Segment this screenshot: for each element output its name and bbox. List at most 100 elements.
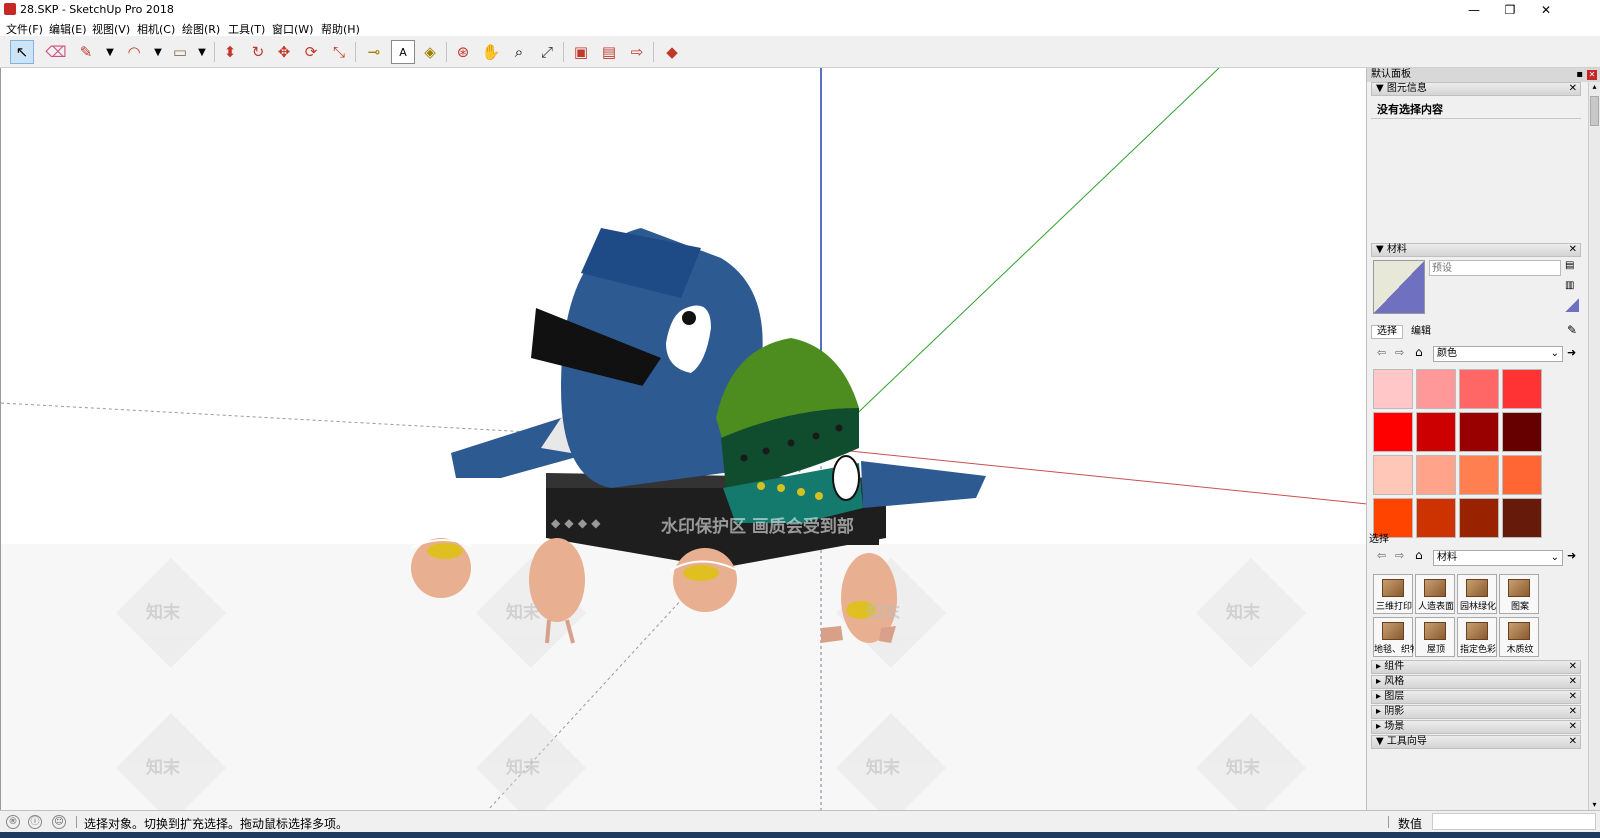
details-icon[interactable]: ➜ — [1567, 346, 1576, 359]
color-swatch[interactable] — [1459, 369, 1499, 409]
material-category-tile[interactable]: 木质纹 — [1499, 617, 1539, 657]
push-pull-tool-icon[interactable]: ⬍ — [218, 40, 242, 64]
layers-tray-header[interactable]: ▸ 图层 ✕ — [1371, 690, 1581, 704]
extension-warehouse-icon[interactable]: ▤ — [597, 40, 621, 64]
materials-header[interactable]: ▼ 材料 ✕ — [1371, 243, 1581, 257]
move-tool-icon[interactable]: ✥ — [272, 40, 296, 64]
components-tray-header[interactable]: ▸ 组件 ✕ — [1371, 660, 1581, 674]
material-category-tile[interactable]: 图案 — [1499, 574, 1539, 614]
orbit-tool-icon[interactable]: ⊛ — [451, 40, 475, 64]
color-swatch[interactable] — [1459, 498, 1499, 538]
arc-dropdown-icon[interactable]: ▼ — [146, 40, 170, 64]
color-swatch[interactable] — [1502, 412, 1542, 452]
select-tool-icon[interactable]: ↖ — [10, 40, 34, 64]
color-swatch[interactable] — [1373, 369, 1413, 409]
credits-icon[interactable]: ⓘ — [28, 815, 42, 829]
measurements-input[interactable] — [1432, 813, 1596, 830]
tab-select[interactable]: 选择 — [1371, 325, 1403, 339]
minimize-button[interactable]: — — [1456, 1, 1492, 19]
close-button[interactable]: ✕ — [1528, 1, 1564, 19]
color-swatch[interactable] — [1502, 498, 1542, 538]
material-category-tile[interactable]: 屋顶 — [1415, 617, 1455, 657]
color-swatch[interactable] — [1459, 455, 1499, 495]
color-swatch[interactable] — [1416, 455, 1456, 495]
scenes-tray-header[interactable]: ▸ 场景 ✕ — [1371, 720, 1581, 734]
material-category-tile[interactable]: 园林绿化 — [1457, 574, 1497, 614]
menu-draw[interactable]: 绘图(R) — [182, 21, 220, 37]
create-material-icon[interactable]: ▥ — [1565, 280, 1577, 292]
rotate-tool-icon[interactable]: ⟳ — [299, 40, 323, 64]
menu-camera[interactable]: 相机(C) — [137, 21, 175, 37]
back-icon[interactable]: ⇦ — [1377, 549, 1386, 562]
user-icon[interactable]: ☺ — [52, 815, 66, 829]
3d-viewport[interactable]: 水印保护区 画质会受到部 ◆ ◆ ◆ ◆ 知末 知末 知末 知末 知末 知末 知… — [0, 68, 1366, 810]
rectangle-tool-icon[interactable]: ▭ — [168, 40, 192, 64]
eraser-tool-icon[interactable]: ⌫ — [44, 40, 68, 64]
arc-tool-icon[interactable]: ◠ — [122, 40, 146, 64]
material-category-tile[interactable]: 人造表面 — [1415, 574, 1455, 614]
entity-info-header[interactable]: ▼ 图元信息 ✕ — [1371, 82, 1581, 96]
close-icon[interactable]: ✕ — [1569, 244, 1577, 256]
eyedropper-icon[interactable]: ✎ — [1567, 323, 1577, 337]
tray-scrollbar[interactable]: ▴ ▾ — [1588, 82, 1600, 810]
geo-location-icon[interactable]: ® — [6, 815, 20, 829]
instructor-tray-header[interactable]: ▼ 工具向导 ✕ — [1371, 735, 1581, 749]
close-icon[interactable]: ✕ — [1569, 691, 1577, 703]
zoom-tool-icon[interactable]: ⌕ — [507, 40, 531, 64]
menu-window[interactable]: 窗口(W) — [272, 21, 313, 37]
3d-warehouse-icon[interactable]: ▣ — [569, 40, 593, 64]
ruby-console-icon[interactable]: ◆ — [660, 40, 684, 64]
color-swatch[interactable] — [1373, 412, 1413, 452]
zoom-extents-tool-icon[interactable]: ⤢ — [535, 40, 559, 64]
home-icon[interactable]: ⌂ — [1415, 548, 1423, 562]
secondary-library-select[interactable]: 材料 ⌄ — [1433, 550, 1563, 566]
pin-icon[interactable]: ▪ — [1576, 68, 1583, 82]
text-tool-icon[interactable]: A — [391, 40, 415, 64]
material-name-input[interactable] — [1429, 260, 1561, 276]
color-swatch[interactable] — [1502, 369, 1542, 409]
close-icon[interactable]: ✕ — [1569, 661, 1577, 673]
display-secondary-icon[interactable]: ▤ — [1565, 260, 1577, 272]
home-icon[interactable]: ⌂ — [1415, 345, 1423, 359]
send-to-layout-icon[interactable]: ⇨ — [625, 40, 649, 64]
menu-edit[interactable]: 编辑(E) — [49, 21, 87, 37]
close-icon[interactable]: ✕ — [1569, 676, 1577, 688]
tab-edit[interactable]: 编辑 — [1405, 326, 1437, 339]
menu-tools[interactable]: 工具(T) — [228, 21, 265, 37]
close-icon[interactable]: ✕ — [1569, 706, 1577, 718]
close-icon[interactable]: ✕ — [1569, 83, 1577, 95]
color-swatch[interactable] — [1459, 412, 1499, 452]
pencil-tool-icon[interactable]: ✎ — [74, 40, 98, 64]
default-material-icon[interactable] — [1565, 298, 1579, 312]
forward-icon[interactable]: ⇨ — [1395, 549, 1404, 562]
menu-file[interactable]: 文件(F) — [6, 21, 43, 37]
tray-close-icon[interactable]: ✕ — [1587, 70, 1597, 80]
material-category-tile[interactable]: 地毯、织物 — [1373, 617, 1414, 657]
restore-button[interactable]: ❐ — [1492, 1, 1528, 19]
close-icon[interactable]: ✕ — [1569, 721, 1577, 733]
scale-tool-icon[interactable]: ⤡ — [327, 40, 351, 64]
back-icon[interactable]: ⇦ — [1377, 346, 1386, 359]
styles-tray-header[interactable]: ▸ 风格 ✕ — [1371, 675, 1581, 689]
scroll-up-icon[interactable]: ▴ — [1589, 82, 1600, 92]
color-swatch[interactable] — [1502, 455, 1542, 495]
menu-view[interactable]: 视图(V) — [92, 21, 130, 37]
rectangle-dropdown-icon[interactable]: ▼ — [190, 40, 214, 64]
library-select[interactable]: 颜色 ⌄ — [1433, 346, 1563, 362]
close-icon[interactable]: ✕ — [1569, 736, 1577, 748]
shadows-tray-header[interactable]: ▸ 阴影 ✕ — [1371, 705, 1581, 719]
menu-help[interactable]: 帮助(H) — [321, 21, 360, 37]
color-swatch[interactable] — [1416, 412, 1456, 452]
pan-tool-icon[interactable]: ✋ — [479, 40, 503, 64]
scroll-thumb[interactable] — [1590, 96, 1599, 126]
color-swatch[interactable] — [1373, 455, 1413, 495]
pencil-dropdown-icon[interactable]: ▼ — [98, 40, 122, 64]
scroll-down-icon[interactable]: ▾ — [1589, 800, 1600, 810]
paint-bucket-tool-icon[interactable]: ◈ — [418, 40, 442, 64]
material-category-tile[interactable]: 三维打印 — [1373, 574, 1413, 614]
follow-me-tool-icon[interactable]: ↻ — [246, 40, 270, 64]
tape-measure-tool-icon[interactable]: ⊸ — [362, 40, 386, 64]
material-category-tile[interactable]: 指定色彩 — [1457, 617, 1497, 657]
forward-icon[interactable]: ⇨ — [1395, 346, 1404, 359]
color-swatch[interactable] — [1416, 369, 1456, 409]
